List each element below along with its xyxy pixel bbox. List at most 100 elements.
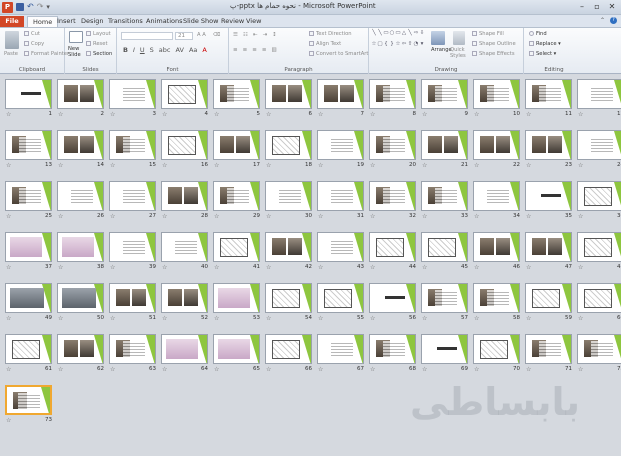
slide-thumbnail-cell[interactable]: ☆ 68 <box>369 334 416 374</box>
slide-thumbnail-cell[interactable]: ☆ 40 <box>161 232 208 272</box>
slide-thumbnail[interactable] <box>369 232 416 262</box>
slide-thumbnail[interactable] <box>57 130 104 160</box>
slide-thumbnail-cell[interactable]: ☆ 19 <box>317 130 364 170</box>
animation-star-icon[interactable]: ☆ <box>58 264 63 271</box>
slide-thumbnail-cell[interactable]: ☆ 58 <box>473 283 520 323</box>
slide-thumbnail[interactable] <box>5 283 52 313</box>
animation-star-icon[interactable]: ☆ <box>58 315 63 322</box>
shapes-gallery[interactable]: ╲ ╲ ▭ ○ ▭ △ ╲ ⇨ ⇩ ☆ ▢ { } ☆ ⇦ ⇧ ◔ ▾ <box>371 30 425 52</box>
shape-outline-button[interactable]: Shape Outline <box>472 41 516 47</box>
text-direction-button[interactable]: Text Direction <box>309 31 352 37</box>
animation-star-icon[interactable]: ☆ <box>214 162 219 169</box>
increase-indent-icon[interactable]: ⇥ <box>262 32 267 38</box>
slide-thumbnail[interactable] <box>109 283 156 313</box>
animation-star-icon[interactable]: ☆ <box>58 111 63 118</box>
animation-star-icon[interactable]: ☆ <box>318 162 323 169</box>
customize-toolbar-icon[interactable]: ▾ <box>46 3 50 11</box>
animation-star-icon[interactable]: ☆ <box>6 417 11 424</box>
slide-thumbnail[interactable] <box>525 334 572 364</box>
animation-star-icon[interactable]: ☆ <box>318 264 323 271</box>
animation-star-icon[interactable]: ☆ <box>526 366 531 373</box>
line-spacing-icon[interactable]: ↕ <box>272 32 277 38</box>
slide-thumbnail[interactable] <box>213 232 260 262</box>
slide-thumbnail[interactable] <box>5 334 52 364</box>
slide-thumbnail[interactable] <box>57 181 104 211</box>
slide-thumbnail[interactable] <box>213 283 260 313</box>
slide-thumbnail[interactable] <box>265 232 312 262</box>
slide-thumbnail[interactable] <box>57 334 104 364</box>
slide-thumbnail-cell[interactable]: ☆ 44 <box>369 232 416 272</box>
animation-star-icon[interactable]: ☆ <box>58 162 63 169</box>
slide-thumbnail-cell[interactable]: ☆ 28 <box>161 181 208 221</box>
animation-star-icon[interactable]: ☆ <box>162 315 167 322</box>
slide-thumbnail[interactable] <box>473 283 520 313</box>
format-painter-button[interactable]: Format Painter <box>24 51 69 57</box>
underline-icon[interactable]: U <box>140 46 145 54</box>
slide-thumbnail-cell[interactable]: ☆ 17 <box>213 130 260 170</box>
slide-thumbnail[interactable] <box>265 334 312 364</box>
animation-star-icon[interactable]: ☆ <box>266 111 271 118</box>
minimize-ribbon-icon[interactable]: ⌃ <box>600 17 607 24</box>
paste-button[interactable]: Paste <box>4 51 18 57</box>
slide-thumbnail-cell[interactable]: ☆ 25 <box>5 181 52 221</box>
animation-star-icon[interactable]: ☆ <box>110 213 115 220</box>
maximize-icon[interactable]: ▫ <box>590 1 604 12</box>
slide-thumbnail[interactable] <box>109 232 156 262</box>
slide-thumbnail-cell[interactable]: ☆ 27 <box>109 181 156 221</box>
animation-star-icon[interactable]: ☆ <box>214 213 219 220</box>
slide-thumbnail[interactable] <box>577 283 621 313</box>
animation-star-icon[interactable]: ☆ <box>370 264 375 271</box>
animation-star-icon[interactable]: ☆ <box>578 366 583 373</box>
slide-thumbnail[interactable] <box>317 130 364 160</box>
animation-star-icon[interactable]: ☆ <box>422 213 427 220</box>
slide-thumbnail[interactable] <box>577 130 621 160</box>
slide-thumbnail[interactable] <box>5 385 52 415</box>
animation-star-icon[interactable]: ☆ <box>266 315 271 322</box>
slide-thumbnail-cell[interactable]: ☆ 60 <box>577 283 621 323</box>
animation-star-icon[interactable]: ☆ <box>266 366 271 373</box>
slide-thumbnail[interactable] <box>473 79 520 109</box>
slide-thumbnail-cell[interactable]: ☆ 31 <box>317 181 364 221</box>
slide-thumbnail[interactable] <box>577 232 621 262</box>
slide-thumbnail[interactable] <box>473 334 520 364</box>
slide-thumbnail-cell[interactable]: ☆ 50 <box>57 283 104 323</box>
slide-thumbnail-cell[interactable]: ☆ 73 <box>5 385 52 425</box>
select-button[interactable]: Select ▾ <box>529 51 556 57</box>
animation-star-icon[interactable]: ☆ <box>110 366 115 373</box>
arrange-icon[interactable] <box>431 31 445 45</box>
quick-styles-icon[interactable] <box>453 31 465 45</box>
slide-thumbnail-cell[interactable]: ☆ 51 <box>109 283 156 323</box>
animation-star-icon[interactable]: ☆ <box>318 213 323 220</box>
slide-thumbnail[interactable] <box>473 181 520 211</box>
close-icon[interactable]: ✕ <box>605 1 619 12</box>
animation-star-icon[interactable]: ☆ <box>578 162 583 169</box>
slide-thumbnail-cell[interactable]: ☆ 69 <box>421 334 468 374</box>
slide-thumbnail[interactable] <box>421 79 468 109</box>
slide-thumbnail-cell[interactable]: ☆ 66 <box>265 334 312 374</box>
slide-thumbnail[interactable] <box>5 181 52 211</box>
minimize-icon[interactable]: – <box>575 1 589 12</box>
slide-thumbnail-cell[interactable]: ☆ 18 <box>265 130 312 170</box>
animation-star-icon[interactable]: ☆ <box>578 213 583 220</box>
slide-thumbnail-cell[interactable]: ☆ 62 <box>57 334 104 374</box>
decrease-indent-icon[interactable]: ⇤ <box>253 32 258 38</box>
slide-thumbnail[interactable] <box>525 130 572 160</box>
slide-thumbnail-cell[interactable]: ☆ 10 <box>473 79 520 119</box>
slide-thumbnail-cell[interactable]: ☆ 47 <box>525 232 572 272</box>
columns-icon[interactable]: ▥ <box>271 47 276 53</box>
animation-star-icon[interactable]: ☆ <box>578 111 583 118</box>
animation-star-icon[interactable]: ☆ <box>474 315 479 322</box>
slide-thumbnail-cell[interactable]: ☆ 48 <box>577 232 621 272</box>
animation-star-icon[interactable]: ☆ <box>422 315 427 322</box>
slide-thumbnail-cell[interactable]: ☆ 32 <box>369 181 416 221</box>
shape-arrow-icon[interactable]: ⇩ <box>419 30 425 41</box>
animation-star-icon[interactable]: ☆ <box>578 264 583 271</box>
animation-star-icon[interactable]: ☆ <box>318 366 323 373</box>
slide-thumbnail[interactable] <box>161 181 208 211</box>
animation-star-icon[interactable]: ☆ <box>110 111 115 118</box>
slide-thumbnail[interactable] <box>109 334 156 364</box>
animation-star-icon[interactable]: ☆ <box>526 162 531 169</box>
animation-star-icon[interactable]: ☆ <box>214 264 219 271</box>
powerpoint-logo-icon[interactable]: P <box>2 2 13 13</box>
arrange-button[interactable]: Arrange <box>431 47 452 53</box>
